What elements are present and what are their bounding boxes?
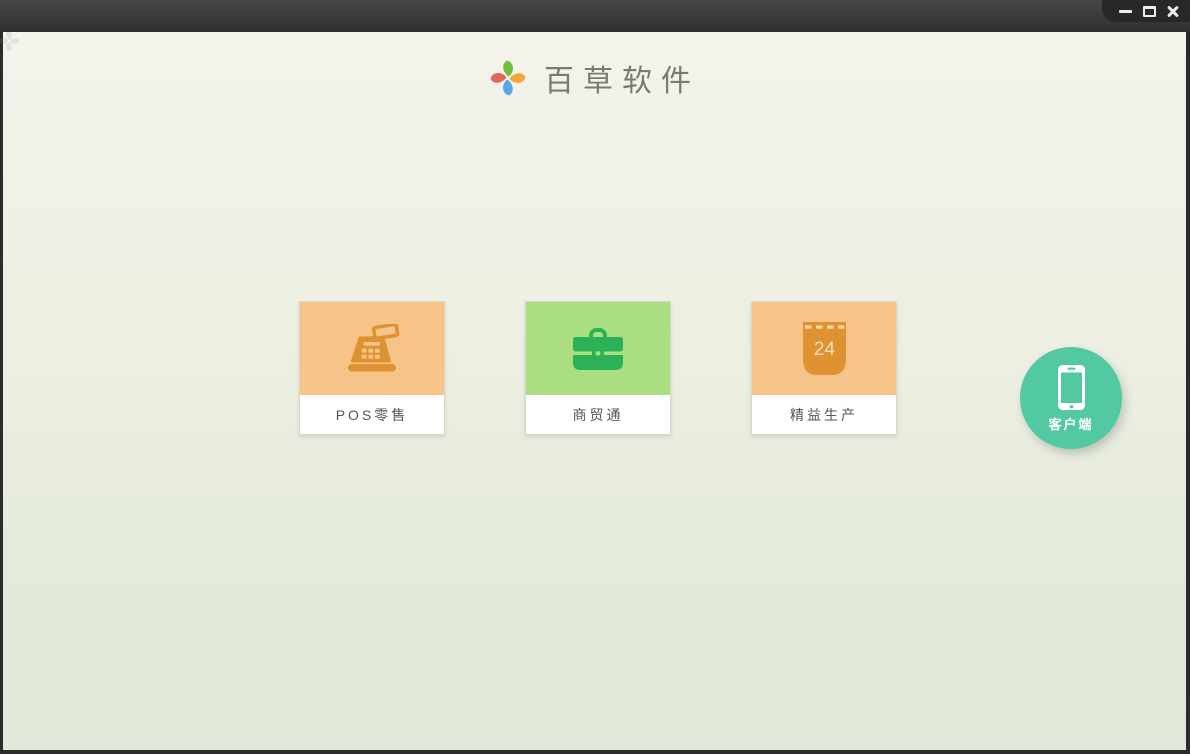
title-bar[interactable] [0,0,1190,32]
maximize-icon [1142,5,1156,17]
product-card-lean[interactable]: 24 精益生产 [751,301,897,435]
app-header: 百草软件 [3,56,1186,100]
cash-register-icon [348,323,400,371]
pos-tile-top [300,302,444,395]
close-icon [1166,4,1180,18]
corner-watermark-pinwheel-icon [0,30,20,57]
client-button-label: 客户端 [1048,416,1094,432]
calendar-icon: 24 [802,322,846,375]
app-title: 百草软件 [544,64,700,99]
pinwheel-logo-icon [490,60,526,96]
product-label-trade: 商贸通 [526,395,670,434]
minimize-icon [1118,9,1132,13]
lean-tile-top: 24 [752,302,896,395]
window-controls [1102,0,1190,22]
product-card-trade[interactable]: 商贸通 [525,301,671,435]
client-app-button[interactable]: 客户端 [1020,347,1122,449]
briefcase-icon [573,327,623,370]
maximize-button[interactable] [1140,1,1158,21]
product-tiles: POS零售 商贸通 24 精益生产 [299,301,897,435]
product-label-lean: 精益生产 [752,395,896,434]
product-label-pos: POS零售 [300,395,444,434]
minimize-button[interactable] [1116,1,1134,21]
product-card-pos[interactable]: POS零售 [299,301,445,435]
app-window: 百草软件 POS零售 商贸通 24 精益生产 客户端 [0,0,1190,754]
trade-tile-top [526,302,670,395]
calendar-day-number: 24 [813,339,835,360]
main-content: 百草软件 POS零售 商贸通 24 精益生产 客户端 [0,30,1186,750]
close-button[interactable] [1164,1,1182,21]
smartphone-icon [1057,364,1085,410]
